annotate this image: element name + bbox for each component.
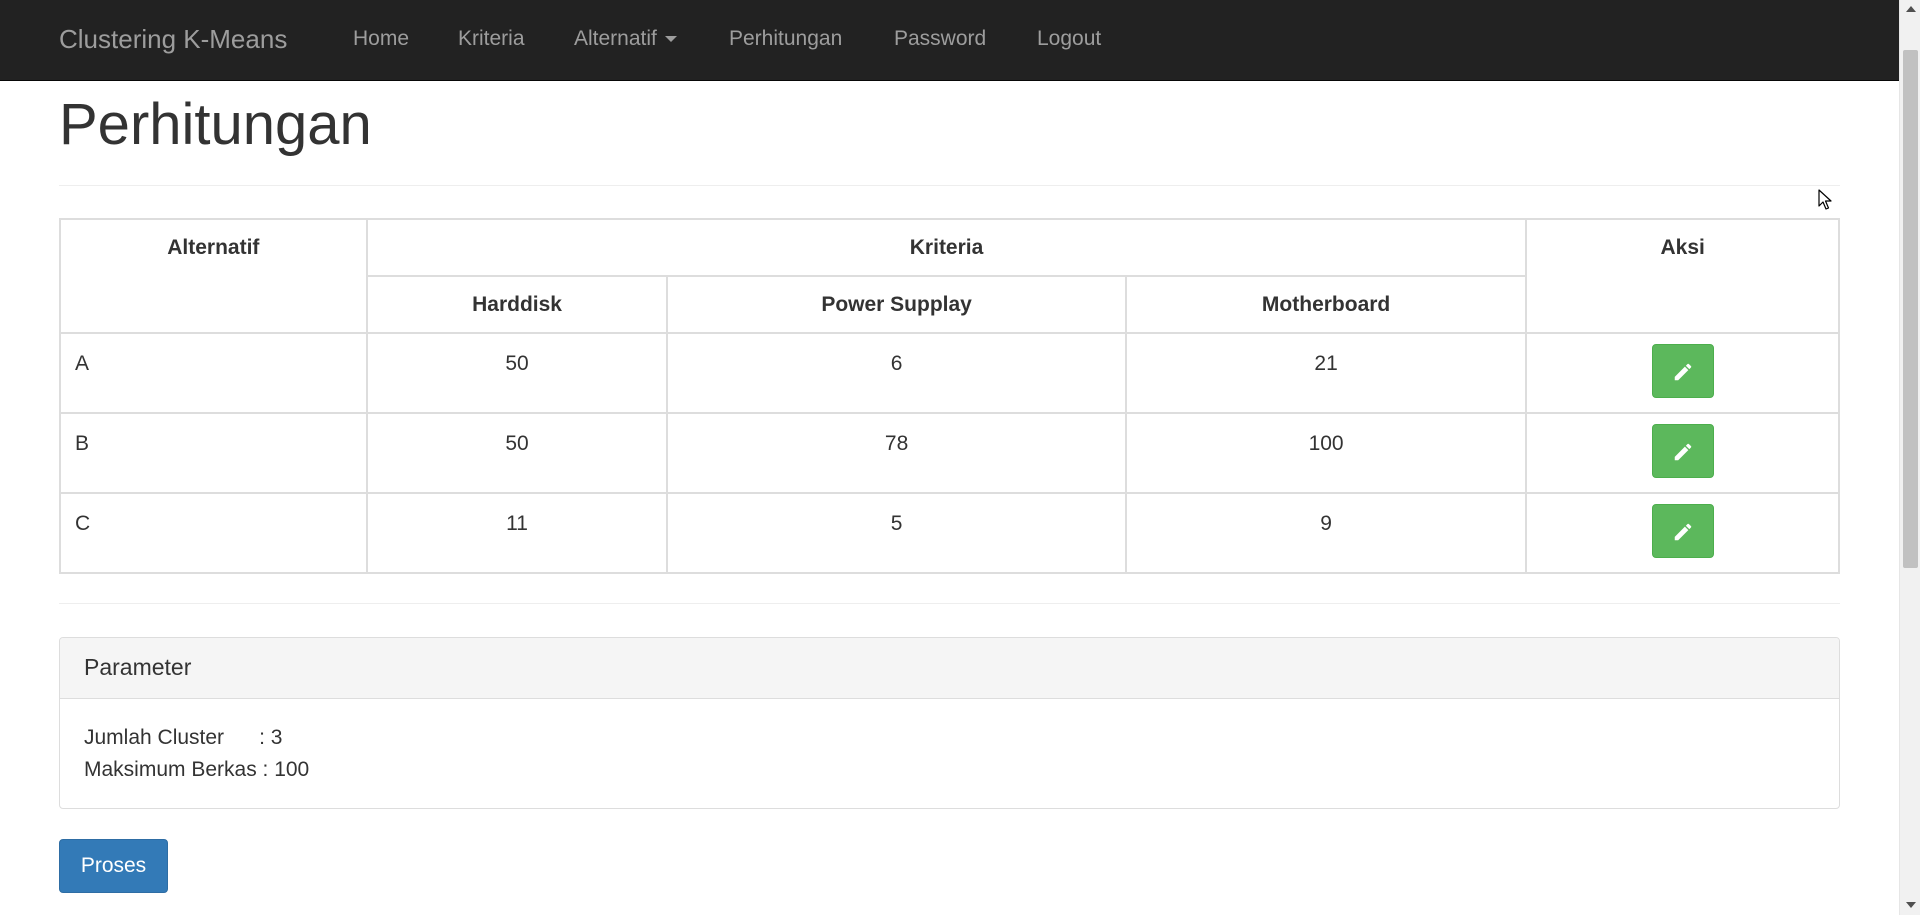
nav-item-alternatif-label: Alternatif	[574, 27, 657, 50]
param-label: Jumlah Cluster	[84, 726, 260, 749]
page-title: Perhitungan	[59, 92, 372, 157]
criteria-table: Alternatif Kriteria Aksi Harddisk Power …	[59, 218, 1840, 574]
table-row: C 11 5 9	[59, 492, 1840, 574]
pencil-icon	[1674, 524, 1691, 541]
table-row: B 50 78 100	[59, 412, 1840, 494]
edit-button[interactable]	[1651, 504, 1714, 558]
harddisk-cell: 50	[365, 412, 669, 494]
scroll-down-arrow-icon[interactable]	[1906, 902, 1916, 908]
aksi-cell	[1525, 412, 1840, 494]
param-value: : 100	[262, 758, 310, 781]
header-aksi: Aksi	[1525, 218, 1840, 334]
param-label: Maksimum Berkas	[84, 758, 263, 781]
vertical-scrollbar[interactable]	[1899, 0, 1920, 915]
nav-item-logout[interactable]: Logout	[1037, 0, 1101, 78]
panel-heading: Parameter	[60, 638, 1839, 699]
pencil-icon	[1674, 364, 1691, 381]
nav-item-perhitungan[interactable]: Perhitungan	[729, 0, 842, 78]
header-motherboard: Motherboard	[1124, 275, 1528, 334]
nav-item-kriteria[interactable]: Kriteria	[458, 0, 525, 78]
param-value: : 3	[259, 726, 283, 749]
aksi-cell	[1525, 492, 1840, 574]
alternatif-cell: A	[59, 332, 368, 414]
header-kriteria: Kriteria	[365, 218, 1528, 277]
top-navbar: Clustering K-Means Home Kriteria Alterna…	[0, 0, 1899, 81]
header-harddisk: Harddisk	[365, 275, 669, 334]
nav-item-home[interactable]: Home	[353, 0, 409, 78]
mouse-cursor-icon	[1818, 189, 1832, 210]
header-power-supplay: Power Supplay	[666, 275, 1127, 334]
power-supplay-cell: 5	[666, 492, 1127, 574]
scrollbar-thumb[interactable]	[1903, 50, 1918, 568]
motherboard-cell: 21	[1124, 332, 1528, 414]
power-supplay-cell: 6	[666, 332, 1127, 414]
power-supplay-cell: 78	[666, 412, 1127, 494]
scroll-up-arrow-icon[interactable]	[1906, 6, 1916, 12]
edit-button[interactable]	[1651, 344, 1714, 398]
aksi-cell	[1525, 332, 1840, 414]
alternatif-cell: C	[59, 492, 368, 574]
nav-item-alternatif-dropdown[interactable]: Alternatif	[574, 0, 677, 78]
header-divider	[59, 185, 1840, 186]
motherboard-cell: 9	[1124, 492, 1528, 574]
nav-item-password[interactable]: Password	[894, 0, 986, 78]
proses-button[interactable]: Proses	[59, 839, 168, 893]
parameter-panel: Parameter Jumlah Cluster : 3 Maksimum Be…	[59, 637, 1840, 809]
caret-down-icon	[664, 36, 677, 43]
section-divider	[59, 603, 1840, 604]
table-row: A 50 6 21	[59, 332, 1840, 414]
harddisk-cell: 50	[365, 332, 669, 414]
edit-button[interactable]	[1651, 424, 1714, 478]
motherboard-cell: 100	[1124, 412, 1528, 494]
header-alternatif: Alternatif	[59, 218, 368, 334]
panel-body: Jumlah Cluster : 3 Maksimum Berkas : 100	[60, 699, 1839, 786]
navbar-brand[interactable]: Clustering K-Means	[59, 0, 287, 78]
pencil-icon	[1674, 444, 1691, 461]
alternatif-cell: B	[59, 412, 368, 494]
maksimum-berkas-line: Maksimum Berkas : 100	[84, 754, 1815, 786]
jumlah-cluster-line: Jumlah Cluster : 3	[84, 722, 1815, 754]
harddisk-cell: 11	[365, 492, 669, 574]
